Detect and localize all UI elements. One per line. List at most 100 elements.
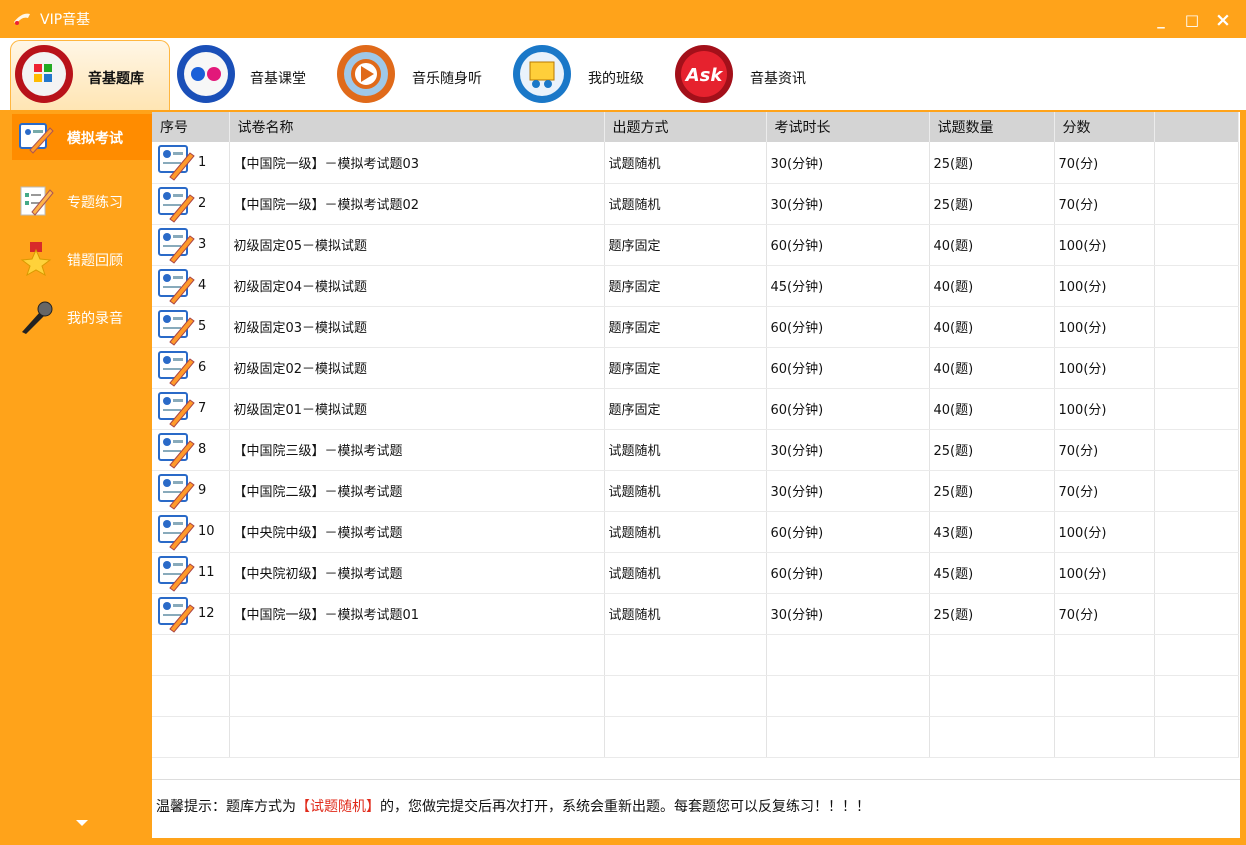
empty-cell — [1154, 716, 1239, 758]
table-row[interactable]: 9 【中国院二级】－模拟考试题 试题随机 30(分钟) 25(题) 70(分) — [152, 470, 1239, 512]
duration-cell: 60(分钟) — [766, 224, 930, 266]
sidebar-item-topic-practice[interactable]: 专题练习 — [12, 178, 152, 224]
count-cell: 25(题) — [929, 593, 1055, 635]
table-row[interactable]: 5 初级固定03－模拟试题 题序固定 60(分钟) 40(题) 100(分) — [152, 306, 1239, 348]
wrong-review-icon — [20, 242, 52, 276]
table-row[interactable]: 11 【中央院初级】－模拟考试题 试题随机 60(分钟) 45(题) 100(分) — [152, 552, 1239, 594]
maximize-button[interactable]: □ — [1181, 10, 1203, 32]
column-header-duration[interactable]: 考试时长 — [766, 112, 930, 142]
exam-paper-icon — [156, 431, 196, 469]
filler-cell — [1154, 183, 1239, 225]
duration-cell: 30(分钟) — [766, 593, 930, 635]
table-row[interactable]: 1 【中国院一级】－模拟考试题03 试题随机 30(分钟) 25(题) 70(分) — [152, 142, 1239, 184]
minimize-button[interactable]: _ — [1150, 10, 1172, 32]
count-cell: 43(题) — [929, 511, 1055, 553]
duration-cell: 60(分钟) — [766, 388, 930, 430]
seq-number: 3 — [198, 237, 207, 252]
exam-name-cell[interactable]: 【中国院二级】－模拟考试题 — [229, 470, 605, 512]
tab-label: 音基课堂 — [250, 71, 306, 87]
empty-cell — [604, 675, 767, 717]
table-row[interactable]: 10 【中央院中级】－模拟考试题 试题随机 60(分钟) 43(题) 100(分) — [152, 511, 1239, 553]
duration-cell: 30(分钟) — [766, 142, 930, 184]
count-cell: 25(题) — [929, 429, 1055, 471]
sidebar: 模拟考试 专题练习 错题回顾 我的录音 — [12, 112, 152, 838]
duration-cell: 60(分钟) — [766, 511, 930, 553]
tab-label: 音基题库 — [88, 71, 144, 87]
filler-cell — [1154, 429, 1239, 471]
score-cell: 100(分) — [1054, 306, 1155, 348]
table-row[interactable]: 7 初级固定01－模拟试题 题序固定 60(分钟) 40(题) 100(分) — [152, 388, 1239, 430]
duration-cell: 60(分钟) — [766, 306, 930, 348]
table-row[interactable]: 8 【中国院三级】－模拟考试题 试题随机 30(分钟) 25(题) 70(分) — [152, 429, 1239, 471]
exam-paper-icon — [156, 185, 196, 223]
duration-cell: 30(分钟) — [766, 429, 930, 471]
table-row[interactable]: 2 【中国院一级】－模拟考试题02 试题随机 30(分钟) 25(题) 70(分) — [152, 183, 1239, 225]
exam-name-cell[interactable]: 【中央院中级】－模拟考试题 — [229, 511, 605, 553]
title-bar: VIP音基 _ □ × — [0, 0, 1246, 38]
tab-question-bank[interactable]: 音基题库 — [14, 42, 174, 108]
exam-name-cell[interactable]: 【中国院一级】－模拟考试题03 — [229, 142, 605, 184]
exam-name-cell[interactable]: 初级固定02－模拟试题 — [229, 347, 605, 389]
empty-cell — [152, 716, 230, 758]
filler-cell — [1154, 142, 1239, 184]
exam-name-cell[interactable]: 初级固定03－模拟试题 — [229, 306, 605, 348]
table-row[interactable]: 6 初级固定02－模拟试题 题序固定 60(分钟) 40(题) 100(分) — [152, 347, 1239, 389]
seq-cell: 6 — [152, 347, 230, 389]
count-cell: 25(题) — [929, 183, 1055, 225]
count-cell: 25(题) — [929, 470, 1055, 512]
exam-name-cell[interactable]: 初级固定05－模拟试题 — [229, 224, 605, 266]
svg-text:Ask: Ask — [684, 65, 724, 86]
exam-name-cell[interactable]: 初级固定01－模拟试题 — [229, 388, 605, 430]
empty-cell — [229, 716, 605, 758]
sidebar-item-my-recording[interactable]: 我的录音 — [12, 294, 152, 340]
mode-cell: 试题随机 — [604, 552, 767, 594]
seq-cell: 12 — [152, 593, 230, 635]
column-header-count[interactable]: 试题数量 — [929, 112, 1055, 142]
scroll-down-icon[interactable] — [76, 820, 88, 826]
count-cell: 25(题) — [929, 142, 1055, 184]
seq-cell: 1 — [152, 142, 230, 184]
exam-table: 序号 试卷名称 出题方式 考试时长 试题数量 分数 1 【中国院一级】－模拟考试题… — [152, 112, 1239, 758]
sidebar-item-wrong-review[interactable]: 错题回顾 — [12, 236, 152, 282]
table-row[interactable]: 3 初级固定05－模拟试题 题序固定 60(分钟) 40(题) 100(分) — [152, 224, 1239, 266]
sidebar-item-label: 我的录音 — [67, 311, 123, 327]
exam-name-cell[interactable]: 【中国院一级】－模拟考试题01 — [229, 593, 605, 635]
seq-number: 9 — [198, 483, 207, 498]
tab-news[interactable]: Ask 音基资讯 — [674, 42, 814, 108]
mode-cell: 题序固定 — [604, 224, 767, 266]
exam-name-cell[interactable]: 初级固定04－模拟试题 — [229, 265, 605, 307]
duration-cell: 30(分钟) — [766, 183, 930, 225]
column-header-name[interactable]: 试卷名称 — [229, 112, 605, 142]
column-header-mode[interactable]: 出题方式 — [604, 112, 767, 142]
column-header-seq[interactable]: 序号 — [152, 112, 230, 142]
duration-cell: 60(分钟) — [766, 347, 930, 389]
sidebar-item-mock-exam[interactable]: 模拟考试 — [12, 114, 152, 160]
exam-name-cell[interactable]: 【中国院一级】－模拟考试题02 — [229, 183, 605, 225]
tab-my-class[interactable]: 我的班级 — [512, 42, 652, 108]
mock-exam-icon — [19, 123, 54, 154]
top-navigation: 音基题库 音基课堂 音乐随身听 我的班级 Ask 音基资讯 — [0, 38, 1246, 110]
mode-cell: 题序固定 — [604, 306, 767, 348]
count-cell: 40(题) — [929, 265, 1055, 307]
tab-label: 我的班级 — [588, 71, 644, 87]
table-row[interactable]: 12 【中国院一级】－模拟考试题01 试题随机 30(分钟) 25(题) 70(分) — [152, 593, 1239, 635]
empty-cell — [929, 634, 1055, 676]
filler-cell — [1154, 224, 1239, 266]
empty-row — [152, 716, 1239, 758]
my-class-icon — [513, 45, 571, 103]
sidebar-item-label: 错题回顾 — [67, 253, 123, 269]
duration-cell: 45(分钟) — [766, 265, 930, 307]
close-button[interactable]: × — [1212, 10, 1234, 32]
column-header-score[interactable]: 分数 — [1054, 112, 1155, 142]
tip-highlight: 【试题随机】 — [296, 799, 380, 815]
sidebar-item-label: 专题练习 — [67, 195, 123, 211]
seq-cell: 9 — [152, 470, 230, 512]
mode-cell: 试题随机 — [604, 183, 767, 225]
tab-classroom[interactable]: 音基课堂 — [176, 42, 316, 108]
exam-name-cell[interactable]: 【中国院三级】－模拟考试题 — [229, 429, 605, 471]
seq-number: 6 — [198, 360, 207, 375]
exam-name-cell[interactable]: 【中央院初级】－模拟考试题 — [229, 552, 605, 594]
empty-row — [152, 675, 1239, 717]
tab-music-player[interactable]: 音乐随身听 — [336, 42, 506, 108]
table-row[interactable]: 4 初级固定04－模拟试题 题序固定 45(分钟) 40(题) 100(分) — [152, 265, 1239, 307]
